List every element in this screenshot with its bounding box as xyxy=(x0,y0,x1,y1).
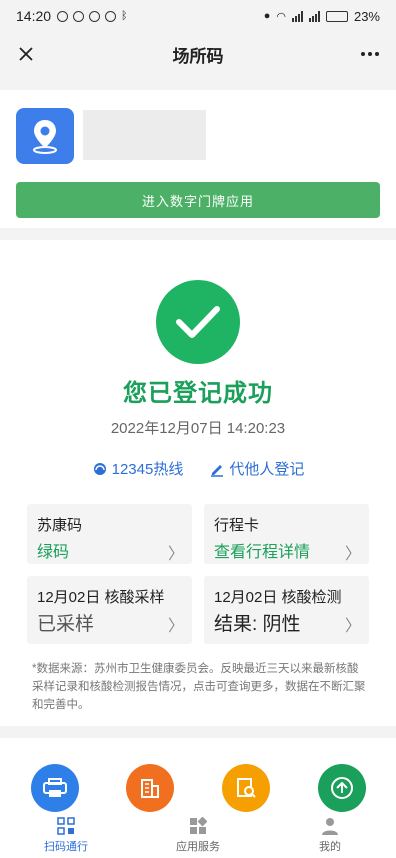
venue-name-placeholder xyxy=(83,110,206,160)
success-check-icon xyxy=(156,280,240,364)
proxy-register-link[interactable]: 代他人登记 xyxy=(209,458,304,479)
enter-doorplate-app-button[interactable]: 进入数字门牌应用 xyxy=(16,182,380,218)
tile-value: 结果: 阴性 xyxy=(214,614,301,635)
building-icon[interactable] xyxy=(126,764,174,812)
hotline-label: 12345热线 xyxy=(111,461,184,478)
tile-title: 行程卡 xyxy=(214,517,260,534)
nucleic-sampling-tile[interactable]: 12月02日 核酸采样 已采样 〉 xyxy=(27,576,192,644)
tile-value: 绿码 xyxy=(37,544,70,561)
status-left: 14:20 ᛒ xyxy=(16,8,128,24)
document-search-icon[interactable] xyxy=(222,764,270,812)
alarm-icon xyxy=(105,10,117,22)
title-bar: 场所码 xyxy=(0,32,396,76)
signal-icon-2 xyxy=(308,10,320,22)
success-title: 您已登记成功 xyxy=(123,380,273,407)
page-title: 场所码 xyxy=(172,46,224,66)
tab-mine[interactable]: 我的 xyxy=(264,814,396,858)
chevron-right-icon: 〉 xyxy=(344,546,361,563)
chevron-right-icon: 〉 xyxy=(344,618,361,635)
chevron-right-icon: 〉 xyxy=(167,618,184,635)
eye-icon xyxy=(89,10,101,22)
headset-icon xyxy=(93,462,106,475)
tile-value: 已采样 xyxy=(37,614,95,635)
battery-level: 23% xyxy=(353,8,380,24)
health-code-tile[interactable]: 苏康码 绿码 〉 xyxy=(27,504,192,564)
data-source-note: *数据来源：苏州市卫生健康委员会。反映最近三天以来最新核酸采样记录和核酸检测报告… xyxy=(32,663,366,711)
tab-scan-pass[interactable]: 扫码通行 xyxy=(0,814,132,858)
arrow-up-circle-icon[interactable] xyxy=(318,764,366,812)
bottom-tab-bar: 扫码通行 应用服务 我的 xyxy=(0,814,396,858)
chevron-right-icon: 〉 xyxy=(167,546,184,563)
wifi-icon: ◠ xyxy=(276,10,286,23)
tab-label: 我的 xyxy=(319,841,341,853)
status-time: 14:20 xyxy=(16,8,52,24)
registration-timestamp: 2022年12月07日 14:20:23 xyxy=(110,420,286,437)
registration-card: 您已登记成功 2022年12月07日 14:20:23 12345热线 代他人登… xyxy=(0,240,396,726)
pencil-icon xyxy=(211,464,224,477)
status-bar: 14:20 ᛒ ● ◠ 23% xyxy=(0,0,396,32)
tile-title: 12月02日 核酸检测 xyxy=(214,589,342,606)
nucleic-test-tile[interactable]: 12月02日 核酸检测 结果: 阴性 〉 xyxy=(204,576,369,644)
tile-title: 苏康码 xyxy=(37,517,83,534)
action-links: 12345热线 代他人登记 xyxy=(0,458,396,479)
tile-title: 12月02日 核酸采样 xyxy=(37,589,165,606)
hotline-link[interactable]: 12345热线 xyxy=(92,458,184,479)
bluetooth-icon: ᛒ xyxy=(121,10,128,22)
proxy-register-label: 代他人登记 xyxy=(229,461,305,478)
tab-app-services[interactable]: 应用服务 xyxy=(132,814,264,858)
signal-icon xyxy=(291,10,303,22)
bell-icon xyxy=(73,10,85,22)
more-icon[interactable] xyxy=(358,42,382,66)
printer-icon[interactable] xyxy=(31,764,79,812)
venue-card: 进入数字门牌应用 xyxy=(0,90,396,228)
close-icon[interactable] xyxy=(14,42,38,66)
location-status-icon: ● xyxy=(263,10,271,22)
qr-code-icon xyxy=(57,816,75,836)
tile-value: 查看行程详情 xyxy=(214,544,311,561)
status-right: ● ◠ 23% xyxy=(264,9,380,24)
battery-icon xyxy=(325,10,348,22)
user-icon xyxy=(321,816,339,836)
travel-card-tile[interactable]: 行程卡 查看行程详情 〉 xyxy=(204,504,369,564)
minus-circle-icon xyxy=(57,10,69,22)
apps-grid-icon xyxy=(189,816,207,836)
location-pin-icon xyxy=(16,108,74,164)
tab-label: 应用服务 xyxy=(176,841,220,853)
tab-label: 扫码通行 xyxy=(44,841,88,853)
notification-icons: ᛒ xyxy=(57,10,128,22)
